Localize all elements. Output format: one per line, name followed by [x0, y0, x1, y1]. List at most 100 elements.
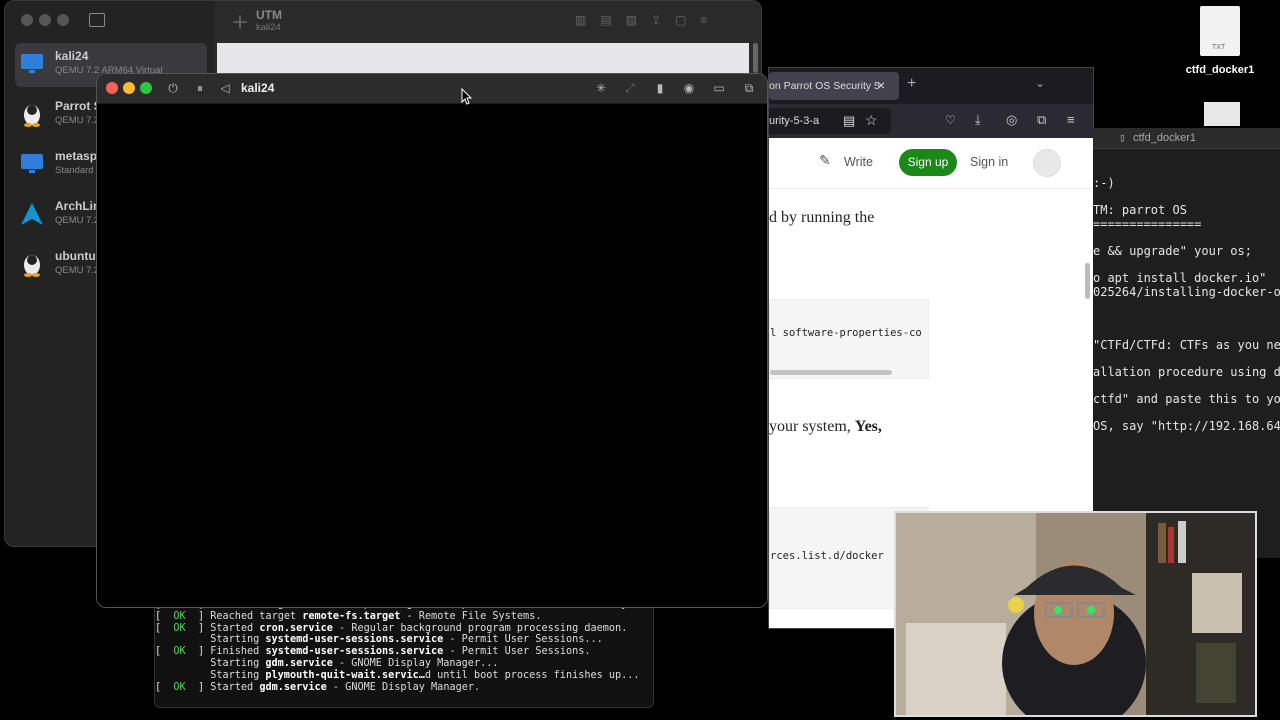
file-thumbnail-icon[interactable]	[1204, 102, 1240, 126]
article-text-part: your system,	[769, 418, 855, 435]
console-line: [ OK ] Started gdm.service - GNOME Displ…	[155, 682, 653, 694]
tab-label: on Parrot OS Security 5	[769, 80, 880, 92]
download-icon[interactable]: ⤓	[975, 112, 981, 128]
browser-tab-bar: on Parrot OS Security 5 × + ⌄	[769, 68, 1093, 104]
zoom-dot[interactable]	[57, 14, 69, 26]
utm-title: UTM	[256, 8, 282, 22]
editor-line: :-)	[1093, 176, 1115, 190]
close-button[interactable]	[106, 82, 118, 94]
console-status: [ OK ]	[155, 681, 211, 693]
code-text: l software-properties-co	[770, 327, 922, 339]
utm-subtitle: kali24	[256, 22, 281, 33]
power-icon[interactable]: ⏻	[166, 81, 180, 95]
console-status	[155, 670, 210, 681]
shared-folder-icon[interactable]: ▭	[712, 81, 726, 95]
sidebar-toggle-icon[interactable]	[89, 13, 105, 27]
console-text: Reached target	[210, 610, 303, 622]
text-editor: ▯ ctfd_docker1 :-) TM: parrot OS =======…	[1093, 128, 1280, 558]
console-text: Started	[210, 681, 260, 693]
vm-sub: QEMU 7.2	[55, 215, 100, 226]
console-line: [ OK ] Reached target remote-fs.target -…	[155, 611, 653, 623]
console-line: Starting systemd-user-sessions.service -…	[155, 634, 653, 646]
url-text: urity-5-3-a	[769, 115, 820, 127]
desktop-file-label[interactable]: ctfd_docker1	[1180, 64, 1260, 76]
archlinux-icon	[21, 203, 43, 225]
editor-tab[interactable]: ▯ ctfd_docker1	[1093, 128, 1280, 149]
vm-sub: QEMU 7.2	[55, 115, 100, 126]
article-bold-text: Yes,	[854, 418, 882, 435]
mouse-cursor-icon	[461, 88, 473, 105]
editor-tab-label: ctfd_docker1	[1133, 132, 1196, 144]
console-status: [ OK ]	[155, 646, 211, 658]
bookmark-star-icon[interactable]: ☆	[865, 112, 878, 129]
console-line: Starting plymouth-quit-wait.servic…d unt…	[155, 670, 653, 682]
browser-toolbar: urity-5-3-a ▤ ☆ ♡ ⤓ ◎ ⧉ ≡	[769, 104, 1093, 138]
pause-icon[interactable]: ⏸	[193, 81, 207, 95]
console-text-rest: - Permit User Sessions...	[443, 634, 603, 646]
vm-name: kali24	[55, 49, 89, 63]
monitor-icon	[21, 154, 43, 173]
console-text-rest: d until boot process finishes up...	[424, 669, 640, 681]
page-scrollbar[interactable]	[1085, 263, 1090, 299]
utm-toolbar-icons[interactable]: ▥▤▧⇪▢≡	[575, 13, 745, 27]
code-text-2: rces.list.d/docker	[770, 550, 884, 562]
editor-line: "CTFd/CTFd: CTFs as you ne	[1093, 338, 1280, 352]
minimize-dot[interactable]	[39, 14, 51, 26]
vm-display[interactable]	[97, 104, 767, 607]
resize-icon[interactable]: ⤢	[623, 81, 637, 95]
editor-line: ctfd" and paste this to yo	[1093, 392, 1280, 406]
code-scrollbar[interactable]	[770, 370, 892, 375]
kali-vm-window: ⏻ ⏸ ◁ kali24 ✳ ⤢ ▮ ◉ ▭ ⧉	[96, 73, 768, 608]
avatar[interactable]	[1033, 149, 1061, 177]
kali-titlebar: ⏻ ⏸ ◁ kali24 ✳ ⤢ ▮ ◉ ▭ ⧉	[97, 74, 767, 104]
new-tab-icon[interactable]: +	[907, 75, 916, 93]
linux-tux-icon	[24, 255, 40, 277]
vm-sub: QEMU 7.2	[55, 265, 100, 276]
account-icon[interactable]: ◎	[1006, 112, 1017, 128]
console-status: [ OK ]	[155, 622, 211, 634]
console-line: Starting gdm.service - GNOME Display Man…	[155, 658, 653, 670]
boot-console: [ OK ] Reached target remote-fs-pre.targ…	[154, 598, 654, 708]
vm-name: ubuntu	[55, 249, 96, 263]
close-dot[interactable]	[21, 14, 33, 26]
signin-link[interactable]: Sign in	[970, 155, 1008, 169]
close-tab-icon[interactable]: ×	[877, 77, 885, 93]
console-status	[155, 634, 210, 645]
file-badge: TXT	[1212, 44, 1226, 51]
display-settings-icon[interactable]: ✳	[594, 81, 608, 95]
chevron-down-icon[interactable]: ⌄	[1035, 76, 1045, 90]
webcam-image	[896, 513, 1255, 715]
reader-view-icon[interactable]: ▤	[843, 113, 855, 129]
minimize-button[interactable]	[123, 82, 135, 94]
write-link[interactable]: Write	[844, 155, 873, 169]
linux-tux-icon	[24, 105, 40, 127]
menu-icon[interactable]: ≡	[1067, 112, 1075, 127]
console-text-rest: - GNOME Display Manager.	[326, 681, 481, 693]
scrollbar[interactable]	[753, 43, 758, 73]
article-text-2: your system, Yes,	[769, 418, 882, 436]
code-block: l software-properties-co	[769, 299, 929, 379]
console-unit: gdm.service	[259, 681, 327, 693]
editor-line: TM: parrot OS	[1093, 203, 1187, 217]
add-icon[interactable]: ＋	[231, 9, 249, 35]
signup-button[interactable]: Sign up	[899, 149, 957, 176]
kali-window-title: kali24	[241, 81, 275, 95]
pocket-icon[interactable]: ♡	[945, 113, 956, 127]
console-text: Started	[210, 622, 260, 634]
usb-icon[interactable]: ▮	[653, 81, 667, 95]
console-unit: systemd-user-sessions.service	[265, 634, 444, 646]
console-unit: gdm.service	[265, 657, 333, 669]
browser-tab[interactable]: on Parrot OS Security 5 ×	[769, 72, 899, 100]
console-text: Finished	[210, 646, 266, 658]
console-unit: cron.service	[259, 622, 333, 634]
txt-file-icon[interactable]: TXT	[1200, 6, 1240, 56]
back-icon[interactable]: ◁	[218, 81, 232, 95]
drive-icon[interactable]: ◉	[682, 81, 696, 95]
zoom-button[interactable]	[140, 82, 152, 94]
console-unit: plymouth-quit-wait.servic…	[265, 669, 425, 681]
url-bar[interactable]: urity-5-3-a ▤ ☆	[769, 108, 891, 134]
editor-line: OS, say "http://192.168.64	[1093, 419, 1280, 433]
extensions-icon[interactable]: ⧉	[1037, 112, 1046, 128]
windows-icon[interactable]: ⧉	[742, 81, 756, 95]
console-status: [ OK ]	[155, 610, 211, 622]
